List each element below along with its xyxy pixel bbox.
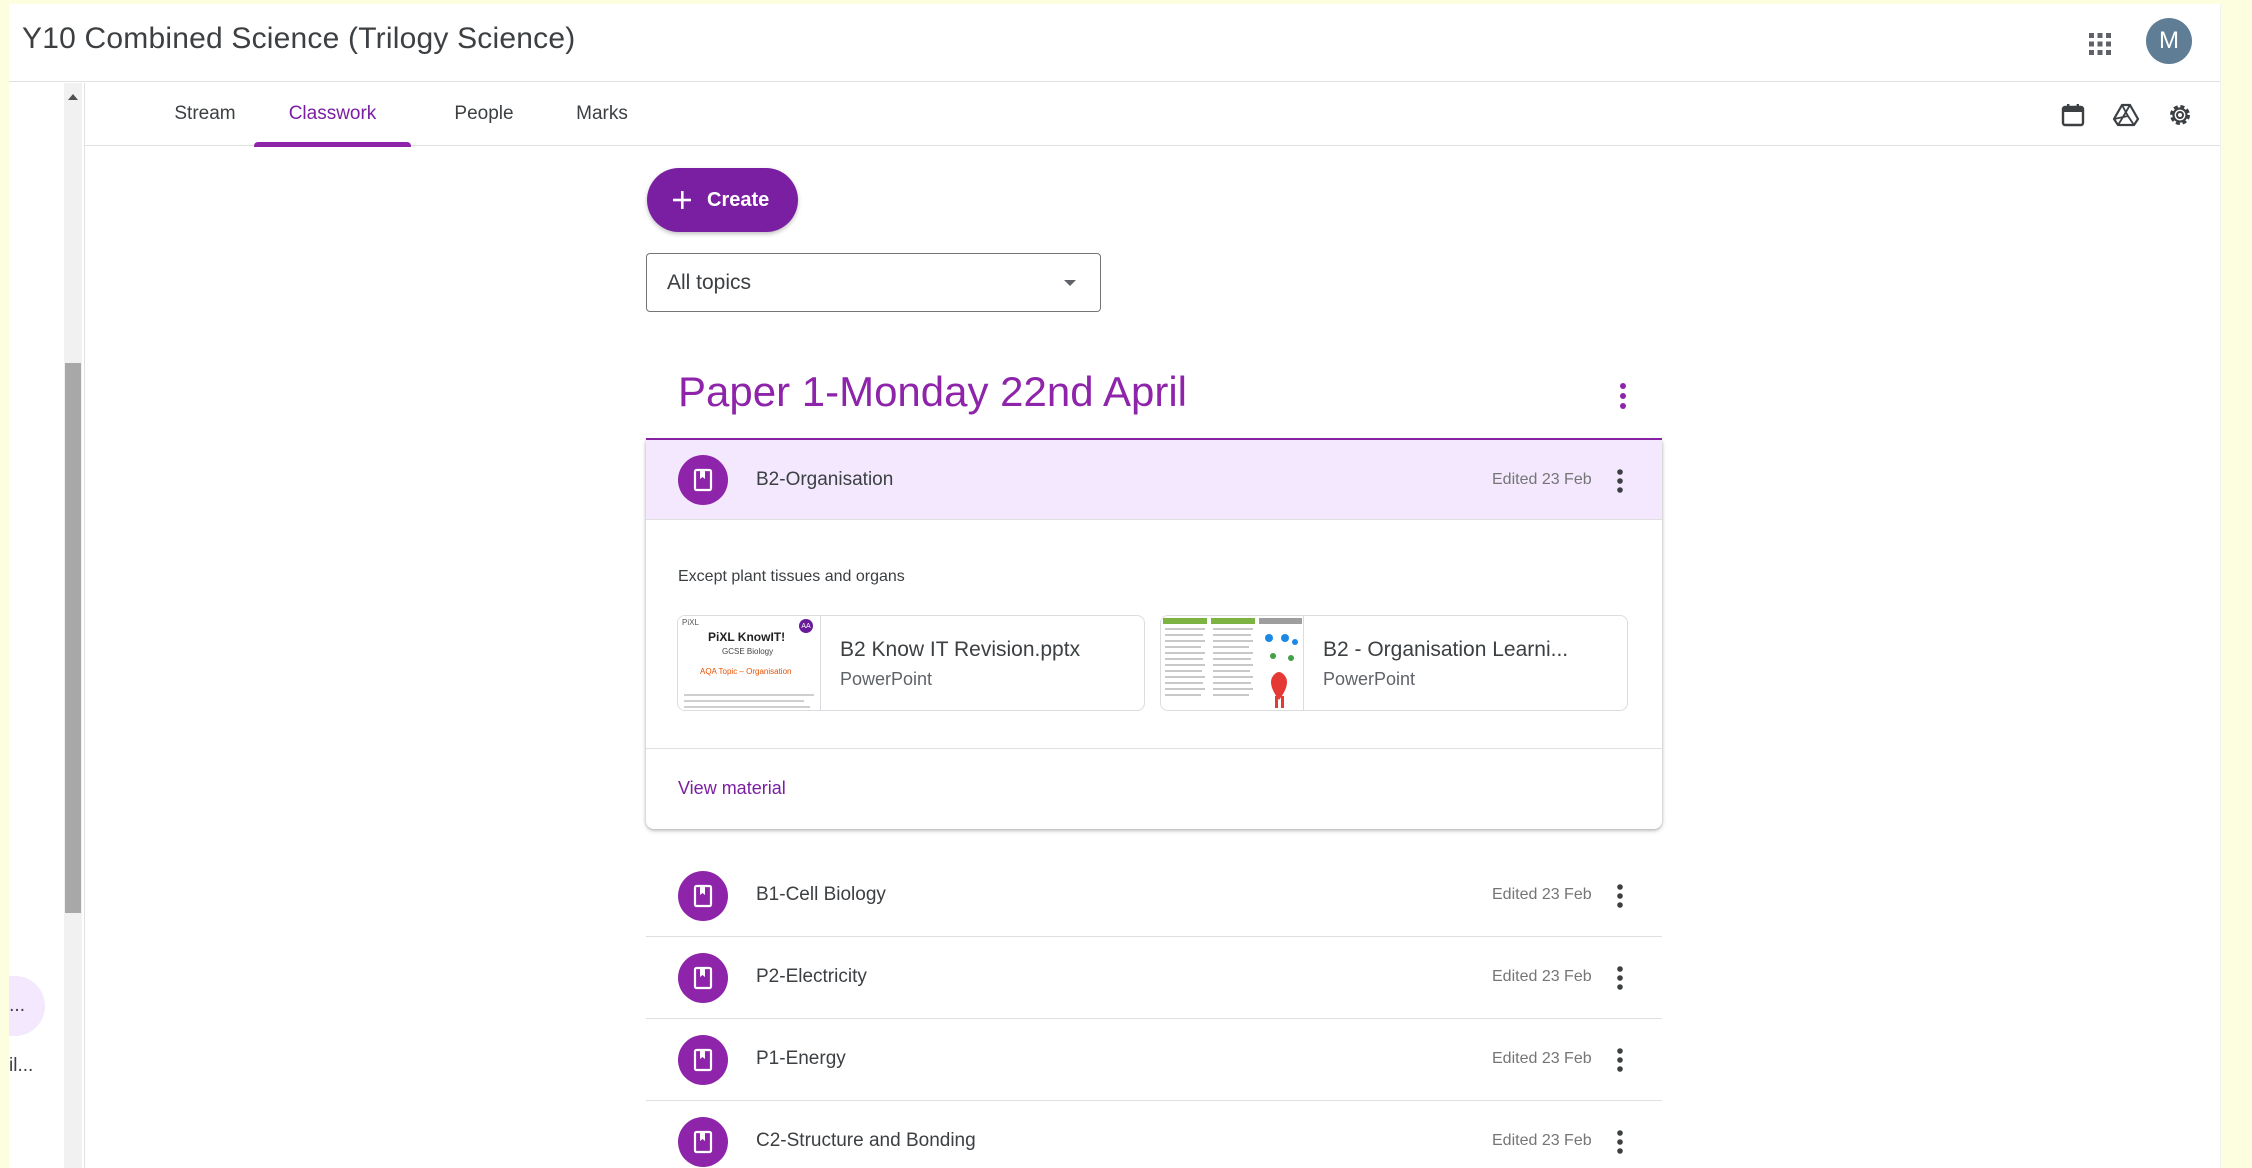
material-title: B2-Organisation [756, 469, 894, 490]
topic-title[interactable]: Paper 1-Monday 22nd April [678, 368, 1187, 416]
attachment-title: B2 Know IT Revision.pptx [840, 638, 1081, 661]
top-bar: Y10 Combined Science (Trilogy Science) M [9, 4, 2221, 82]
material-list-item[interactable]: P1-Energy Edited 23 Feb [646, 1019, 1662, 1101]
google-drive-icon[interactable] [2112, 101, 2140, 129]
sidebar-scroll-thumb[interactable] [65, 363, 81, 913]
material-more-options-icon[interactable] [1606, 1044, 1634, 1076]
material-title: B1-Cell Biology [756, 884, 886, 905]
calendar-icon[interactable] [2059, 101, 2087, 129]
material-edited-date: Edited 23 Feb [1492, 1050, 1592, 1067]
attachment-thumbnail [1161, 616, 1304, 710]
dropdown-arrow-icon [1064, 280, 1076, 286]
material-edited-date: Edited 23 Feb [1492, 1132, 1592, 1149]
material-description: Except plant tissues and organs [678, 568, 905, 585]
attachment-thumbnail: PiXL AA PiXL KnowIT! GCSE Biology AQA To… [678, 616, 821, 710]
sidebar-item-active[interactable]: ri... [9, 976, 45, 1036]
topic-more-options-icon[interactable] [1607, 378, 1639, 414]
thumbnail-subheading: GCSE Biology [722, 647, 774, 656]
material-edited-date: Edited 23 Feb [1492, 968, 1592, 985]
attachment-title: B2 - Organisation Learni... [1323, 638, 1569, 661]
attachment-card[interactable]: B2 - Organisation Learni... PowerPoint [1160, 615, 1628, 711]
material-edited-date: Edited 23 Feb [1492, 886, 1592, 903]
sidebar-scrollbar[interactable] [64, 83, 82, 1168]
view-material-link[interactable]: View material [678, 778, 786, 799]
sidebar-divider [84, 83, 85, 1168]
material-more-options-icon[interactable] [1606, 465, 1634, 497]
tab-marks[interactable]: Marks [548, 82, 656, 146]
topic-filter-value: All topics [667, 270, 752, 294]
material-card-expanded: B2-Organisation Edited 23 Feb Except pla… [646, 440, 1662, 829]
topic-filter-select[interactable]: All topics [646, 253, 1101, 312]
material-book-icon [678, 1035, 728, 1085]
thumbnail-topic: AQA Topic – Organisation [700, 667, 792, 676]
material-list-item[interactable]: C2-Structure and Bonding Edited 23 Feb [646, 1101, 1662, 1168]
sidebar-item-label[interactable]: il... [9, 1055, 33, 1077]
create-button[interactable]: Create [647, 168, 798, 232]
class-tabs: Stream Classwork People Marks [85, 82, 2220, 147]
tab-classwork[interactable]: Classwork [254, 82, 411, 147]
page-scrollbar[interactable] [2220, 4, 2221, 1168]
google-apps-icon[interactable] [2083, 27, 2117, 61]
material-list-item[interactable]: P2-Electricity Edited 23 Feb [646, 937, 1662, 1019]
attachment-type: PowerPoint [1323, 669, 1416, 689]
tab-people[interactable]: People [423, 82, 545, 146]
material-list-item[interactable]: B1-Cell Biology Edited 23 Feb [646, 855, 1662, 937]
material-book-icon [678, 871, 728, 921]
thumbnail-heading: PiXL KnowIT! [708, 630, 786, 644]
thumbnail-badge: AA [799, 619, 813, 633]
material-card-header[interactable]: B2-Organisation Edited 23 Feb [646, 440, 1662, 520]
plus-icon [673, 191, 691, 209]
account-avatar[interactable]: M [2146, 18, 2192, 64]
material-book-icon [678, 1117, 728, 1167]
card-footer-divider [646, 748, 1662, 749]
tab-stream[interactable]: Stream [144, 82, 266, 146]
scroll-up-arrow-icon[interactable] [64, 91, 82, 103]
attachment-type: PowerPoint [840, 669, 933, 689]
classroom-page: Y10 Combined Science (Trilogy Science) M… [9, 4, 2221, 1168]
material-more-options-icon[interactable] [1606, 1126, 1634, 1158]
material-book-icon [678, 455, 728, 505]
material-book-icon [678, 953, 728, 1003]
create-button-label: Create [707, 188, 770, 211]
class-title[interactable]: Y10 Combined Science (Trilogy Science) [22, 22, 575, 56]
material-title: P2-Electricity [756, 966, 867, 987]
attachment-card[interactable]: PiXL AA PiXL KnowIT! GCSE Biology AQA To… [677, 615, 1145, 711]
settings-gear-icon[interactable] [2166, 101, 2194, 129]
material-more-options-icon[interactable] [1606, 962, 1634, 994]
material-edited-date: Edited 23 Feb [1492, 471, 1592, 488]
material-title: C2-Structure and Bonding [756, 1130, 976, 1151]
thumbnail-logo-text: PiXL [682, 618, 699, 627]
material-title: P1-Energy [756, 1048, 846, 1069]
material-more-options-icon[interactable] [1606, 880, 1634, 912]
sidebar-item-label: ri... [9, 995, 25, 1016]
